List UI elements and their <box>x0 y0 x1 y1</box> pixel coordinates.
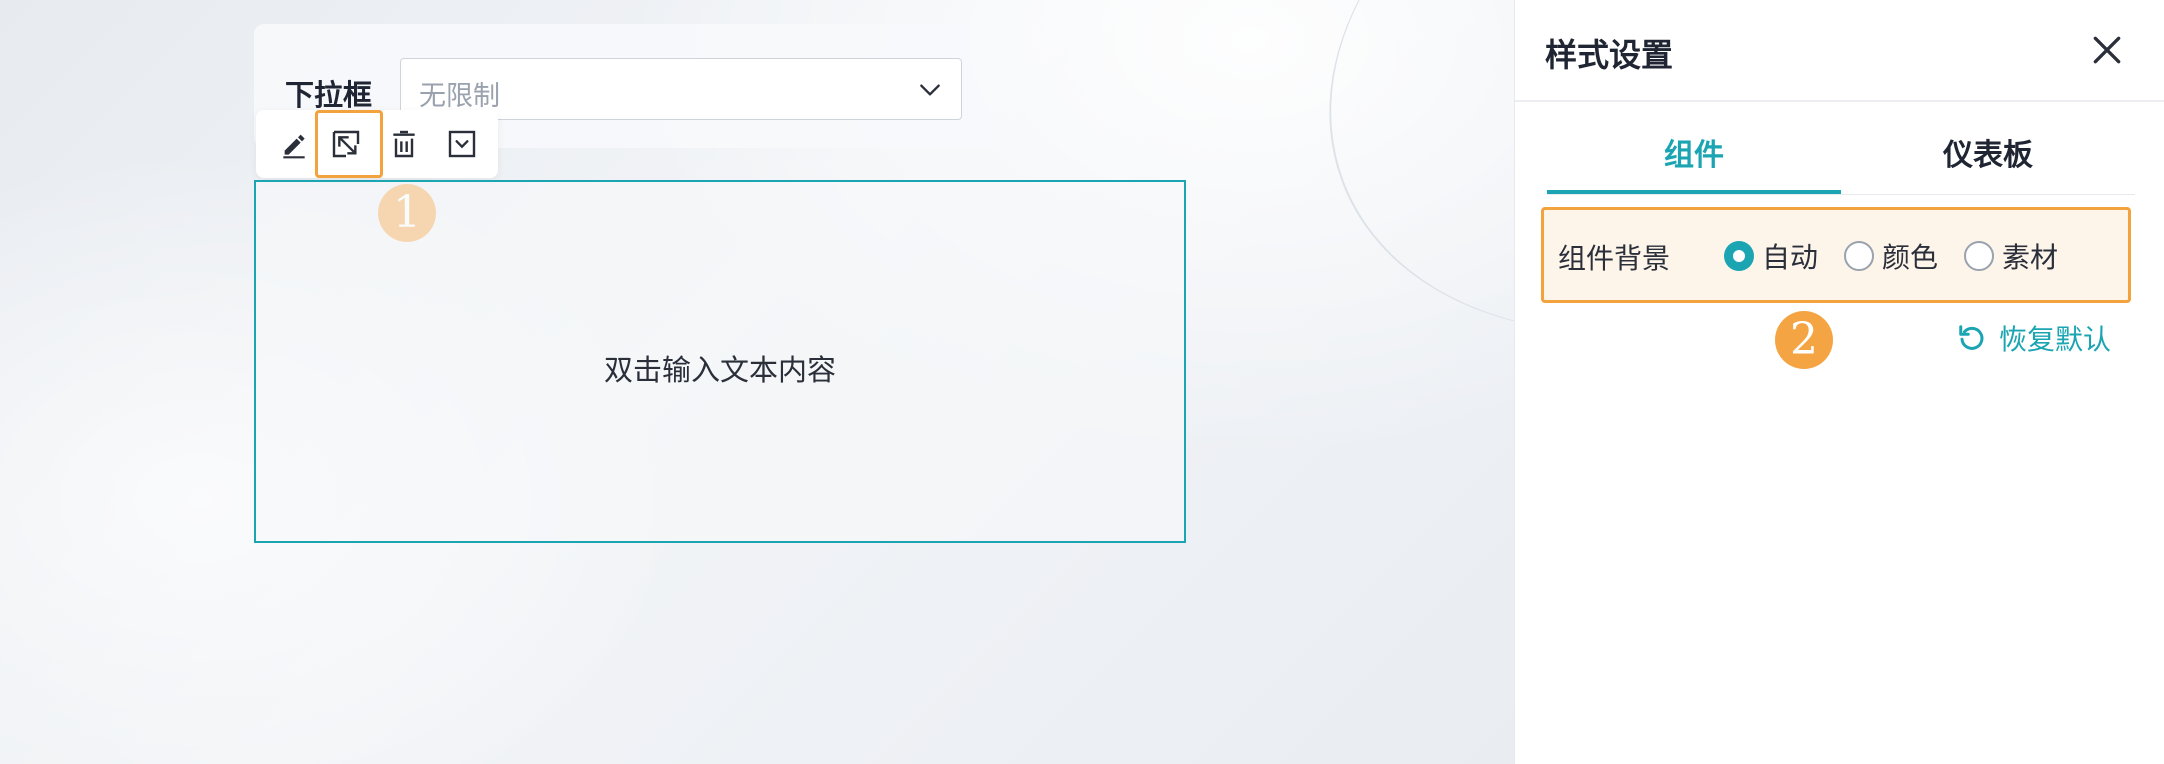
close-icon[interactable] <box>2087 30 2127 70</box>
edit-button[interactable] <box>268 118 320 170</box>
reset-default-button[interactable]: 恢复默认 <box>1957 318 2111 358</box>
style-settings-panel: 样式设置 组件 仪表板 组件背景 自动 颜色 素材 2 恢复默认 <box>1514 0 2164 764</box>
edit-icon <box>283 134 305 159</box>
radio-color-label: 颜色 <box>1882 241 1939 274</box>
dashboard-canvas: 下拉框 无限制 双击输入文本内容 <box>0 0 1514 764</box>
tab-baseline <box>1547 194 2135 195</box>
background-label: 组件背景 <box>1558 242 1671 275</box>
radio-checked-icon <box>1724 241 1754 271</box>
dropdown-placeholder: 无限制 <box>419 81 500 112</box>
step-marker-2: 2 <box>1775 311 1833 369</box>
component-background-setting: 组件背景 自动 颜色 素材 <box>1541 207 2131 303</box>
panel-title: 样式设置 <box>1545 36 1674 74</box>
dropdown-check-icon <box>448 130 476 158</box>
reset-label: 恢复默认 <box>1999 323 2112 356</box>
radio-material-label: 素材 <box>2002 241 2059 274</box>
dropdown-check-button[interactable] <box>436 118 488 170</box>
radio-auto-label: 自动 <box>1762 241 1819 274</box>
filter-label: 下拉框 <box>285 78 373 112</box>
active-tab-indicator <box>1547 190 1841 194</box>
background-decoration <box>1252 0 1514 425</box>
radio-unchecked-icon <box>1964 241 1994 271</box>
text-component[interactable]: 双击输入文本内容 <box>254 180 1186 543</box>
chevron-down-icon <box>920 84 940 96</box>
panel-divider <box>1515 100 2164 102</box>
radio-unchecked-icon <box>1844 241 1874 271</box>
style-button-highlight <box>315 110 383 178</box>
radio-color[interactable]: 颜色 <box>1844 236 1938 276</box>
radio-auto[interactable]: 自动 <box>1724 236 1818 276</box>
tab-components[interactable]: 组件 <box>1547 130 1841 174</box>
tab-dashboard[interactable]: 仪表板 <box>1841 130 2135 174</box>
text-placeholder: 双击输入文本内容 <box>603 353 836 387</box>
radio-material[interactable]: 素材 <box>1964 236 2058 276</box>
reset-icon <box>1959 325 1984 350</box>
delete-button[interactable] <box>378 118 430 170</box>
delete-icon <box>393 130 415 158</box>
